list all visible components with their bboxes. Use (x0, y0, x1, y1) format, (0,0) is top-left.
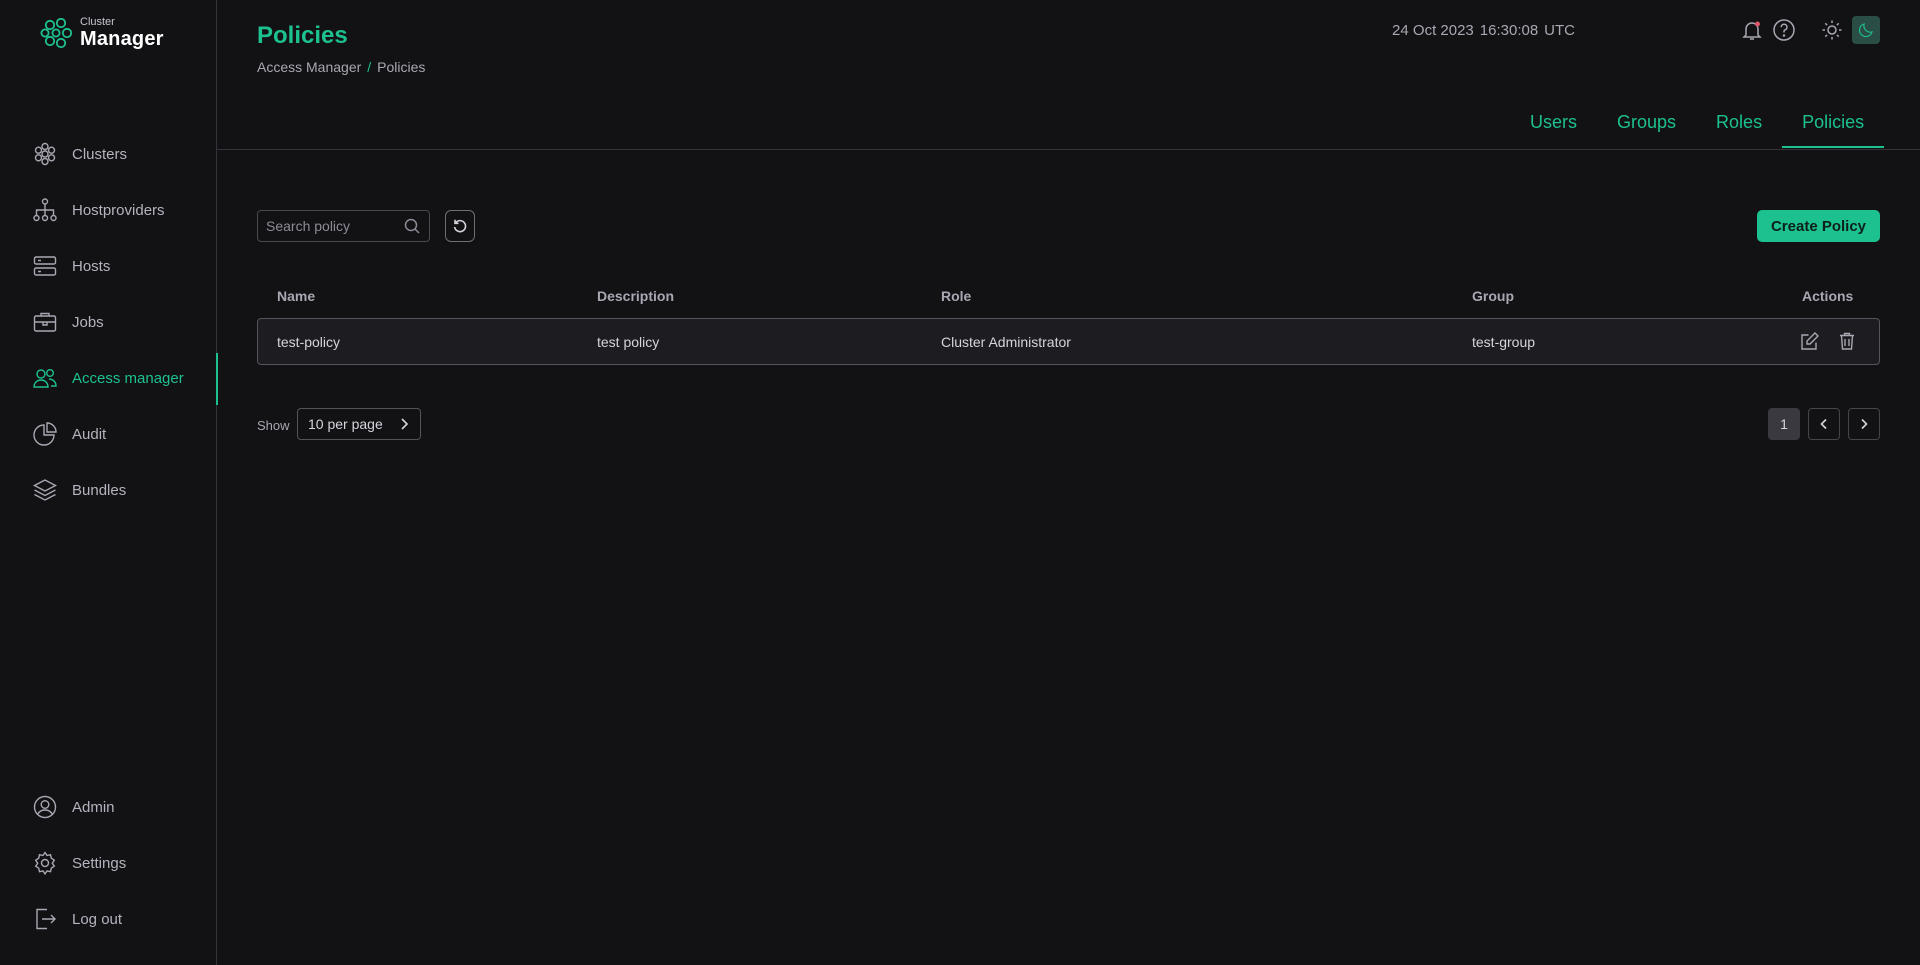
breadcrumb-access-manager[interactable]: Access Manager (257, 59, 361, 75)
tab-policies[interactable]: Policies (1782, 104, 1885, 148)
sidebar-item-hostproviders[interactable]: Hostproviders (32, 186, 217, 234)
cell-description: test policy (597, 334, 660, 350)
sidebar-item-label: Audit (72, 425, 107, 443)
dark-theme-button[interactable] (1852, 16, 1880, 44)
logout-icon (36, 908, 56, 930)
cell-name: test-policy (277, 334, 341, 350)
clusters-icon (34, 142, 56, 166)
pie-chart-icon (33, 422, 57, 446)
chevron-right-icon (1861, 418, 1868, 430)
next-page-button[interactable] (1848, 408, 1880, 440)
cell-group: test-group (1472, 334, 1536, 350)
edit-icon (1801, 332, 1819, 350)
sidebar-item-label: Clusters (72, 145, 128, 163)
timezone-text: UTC (1544, 22, 1575, 39)
tab-roles[interactable]: Roles (1696, 104, 1782, 147)
datetime-display: 24 Oct 2023 16:30:08 UTC (1392, 22, 1575, 39)
time-text: 16:30:08 (1479, 22, 1539, 39)
chevron-right-icon (401, 418, 409, 430)
sidebar-item-label: Settings (72, 854, 127, 872)
briefcase-icon (33, 312, 57, 332)
per-page-value: 10 per page (308, 416, 383, 432)
sidebar-item-bundles[interactable]: Bundles (32, 466, 217, 514)
sidebar-item-log-out[interactable]: Log out (32, 895, 217, 943)
logo-big-text: Manager (80, 28, 164, 50)
sidebar-item-label: Access manager (72, 369, 184, 387)
users-icon (33, 368, 57, 388)
sidebar-item-admin[interactable]: Admin (32, 783, 217, 831)
gear-icon (34, 851, 56, 876)
tabs-divider (217, 149, 1920, 150)
tab-bar: Users Groups Roles Policies (1510, 104, 1885, 148)
bell-icon (1742, 21, 1762, 40)
date-text: 24 Oct 2023 (1392, 22, 1474, 39)
sidebar-item-audit[interactable]: Audit (32, 410, 217, 458)
search-box (257, 210, 430, 242)
breadcrumb-separator: / (367, 59, 372, 75)
tab-groups[interactable]: Groups (1597, 104, 1696, 147)
per-page-select[interactable]: 10 per page (297, 408, 421, 440)
search-input[interactable] (266, 218, 396, 234)
hierarchy-icon (33, 198, 57, 222)
sidebar-item-clusters[interactable]: Clusters (32, 130, 217, 178)
sidebar-item-label: Log out (72, 910, 123, 928)
sidebar-item-settings[interactable]: Settings (32, 839, 217, 887)
sidebar-item-hosts[interactable]: Hosts (32, 242, 217, 290)
create-policy-button[interactable]: Create Policy (1757, 210, 1880, 242)
breadcrumb-policies: Policies (377, 59, 426, 75)
delete-policy-button[interactable] (1836, 330, 1860, 354)
edit-policy-button[interactable] (1799, 330, 1823, 354)
sidebar-item-label: Hostproviders (72, 201, 165, 219)
sidebar-item-label: Hosts (72, 257, 111, 275)
column-header-actions: Actions (1802, 288, 1854, 304)
table-row[interactable]: test-policy test policy Cluster Administ… (257, 318, 1880, 365)
notifications-button[interactable] (1740, 18, 1764, 47)
breadcrumb: Access Manager / Policies (257, 59, 425, 75)
server-icon (33, 256, 57, 276)
prev-page-button[interactable] (1808, 408, 1840, 440)
light-theme-button[interactable] (1820, 18, 1844, 47)
search-icon (404, 218, 420, 234)
help-icon (1773, 19, 1795, 41)
sidebar-item-label: Bundles (72, 481, 127, 499)
cell-role: Cluster Administrator (941, 334, 1071, 350)
trash-icon (1840, 332, 1854, 350)
tab-users[interactable]: Users (1510, 104, 1597, 147)
sidebar-item-jobs[interactable]: Jobs (32, 298, 217, 346)
sun-icon (1822, 20, 1842, 40)
moon-icon (1858, 23, 1873, 38)
layers-icon (32, 479, 58, 501)
chevron-left-icon (1820, 418, 1827, 430)
logo-small-text: Cluster (80, 16, 115, 28)
column-header-role: Role (941, 288, 972, 304)
page-title: Policies (257, 22, 348, 49)
app-logo[interactable]: Cluster Manager (40, 16, 164, 50)
column-header-name[interactable]: Name (277, 288, 315, 304)
sidebar-item-label: Admin (72, 798, 115, 816)
sidebar-item-label: Jobs (72, 313, 104, 331)
reset-filters-button[interactable] (445, 210, 475, 242)
sidebar: Cluster Manager Clusters Hostproviders H… (0, 0, 218, 965)
user-circle-icon (33, 795, 57, 819)
cluster-logo-icon (40, 17, 73, 49)
sidebar-item-access-manager[interactable]: Access manager (32, 353, 218, 405)
column-header-group: Group (1472, 288, 1514, 304)
help-button[interactable] (1772, 18, 1796, 47)
show-label: Show (257, 418, 290, 433)
page-button-current[interactable]: 1 (1768, 408, 1800, 440)
refresh-icon (453, 219, 467, 233)
column-header-description: Description (597, 288, 675, 304)
